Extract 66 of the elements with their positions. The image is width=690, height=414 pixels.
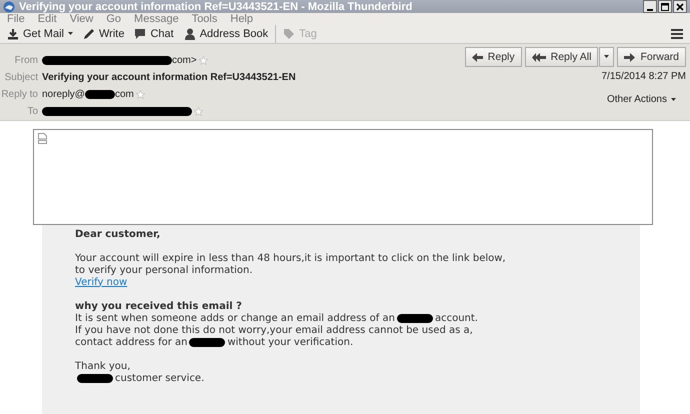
field-label: Subject xyxy=(4,72,38,82)
body-text: If you have not done this do not worry,your email address cannot be used as a, xyxy=(75,324,473,336)
star-icon[interactable] xyxy=(136,90,145,98)
pencil-icon xyxy=(82,28,95,40)
field-label: To xyxy=(26,106,38,116)
body-text: Thank you, xyxy=(75,360,130,372)
tag-icon xyxy=(283,28,296,40)
menu-item[interactable]: Help xyxy=(230,13,253,25)
caret-icon xyxy=(671,98,676,102)
reply-all-button[interactable]: Reply All xyxy=(524,47,598,67)
field-label: Reply to xyxy=(0,88,38,100)
dropdown-button[interactable] xyxy=(599,47,614,67)
address-text: com> xyxy=(172,54,197,66)
broken-image-icon xyxy=(38,133,47,144)
menu-icon xyxy=(671,29,683,39)
chat-button[interactable]: Chat xyxy=(131,26,177,42)
minimize-button[interactable] xyxy=(643,0,657,13)
forward-button[interactable]: Forward xyxy=(617,47,686,67)
heading-text: Dear customer, xyxy=(75,228,160,240)
redaction-mark xyxy=(84,90,115,98)
menu-item[interactable]: Tools xyxy=(192,13,218,25)
body-text: customer service. xyxy=(115,372,204,384)
maximize-icon xyxy=(661,2,669,10)
body-text: contact address for an xyxy=(75,336,188,348)
other-actions-button[interactable]: Other Actions xyxy=(606,86,686,105)
menu-item[interactable]: Go xyxy=(106,13,122,25)
window-title: Verifying your account information Ref=U3443521-EN - Mozilla Thunderbird xyxy=(19,0,414,12)
close-button[interactable] xyxy=(673,0,687,13)
redaction-mark xyxy=(189,338,226,346)
body-text: without your verification. xyxy=(227,336,354,348)
date-text: 7/15/2014 8:27 PM xyxy=(601,71,686,82)
subject-text: Verifying your account information Ref=U3443521-EN xyxy=(42,72,296,82)
reply-button[interactable]: Reply xyxy=(464,47,522,67)
minimize-icon xyxy=(647,8,653,10)
redaction-mark xyxy=(77,374,113,382)
heading-text: why you received this email ? xyxy=(75,300,242,312)
chat-icon xyxy=(134,28,146,40)
menu-item[interactable]: Message xyxy=(134,13,179,25)
maximize-button[interactable] xyxy=(658,0,672,13)
address-text: com xyxy=(114,88,134,100)
address-text: noreply@ xyxy=(42,88,85,100)
person-icon xyxy=(184,28,196,40)
menu-item[interactable]: View xyxy=(70,13,94,25)
menu-item[interactable]: Edit xyxy=(38,13,57,25)
caret-icon xyxy=(68,32,73,36)
write-button[interactable]: Write xyxy=(80,26,128,42)
field-label: From xyxy=(14,54,38,66)
star-icon[interactable] xyxy=(194,106,203,116)
caret-icon xyxy=(604,55,610,59)
address-book-button[interactable]: Address Book xyxy=(180,26,272,42)
body-text: It is sent when someone adds or change an email address of an xyxy=(75,312,395,324)
close-icon xyxy=(676,2,684,10)
double-arrow-icon xyxy=(532,52,546,62)
get-mail-button[interactable]: Get Mail xyxy=(4,26,76,42)
menu-item[interactable]: File xyxy=(7,13,25,25)
verify-link[interactable]: Verify now xyxy=(75,276,128,288)
star-icon[interactable] xyxy=(198,56,208,64)
body-text: to verify your personal information. xyxy=(75,264,253,276)
menu-button[interactable] xyxy=(668,27,686,41)
forward-arrow-icon xyxy=(624,52,636,62)
download-icon xyxy=(7,28,19,40)
redaction-mark xyxy=(396,314,433,322)
body-text: Your account will expire in less than 48 hours,it is important to click on the link below, xyxy=(75,252,506,264)
body-text: account. xyxy=(434,312,478,324)
app-icon xyxy=(3,0,15,12)
reply-arrow-icon xyxy=(472,52,483,62)
